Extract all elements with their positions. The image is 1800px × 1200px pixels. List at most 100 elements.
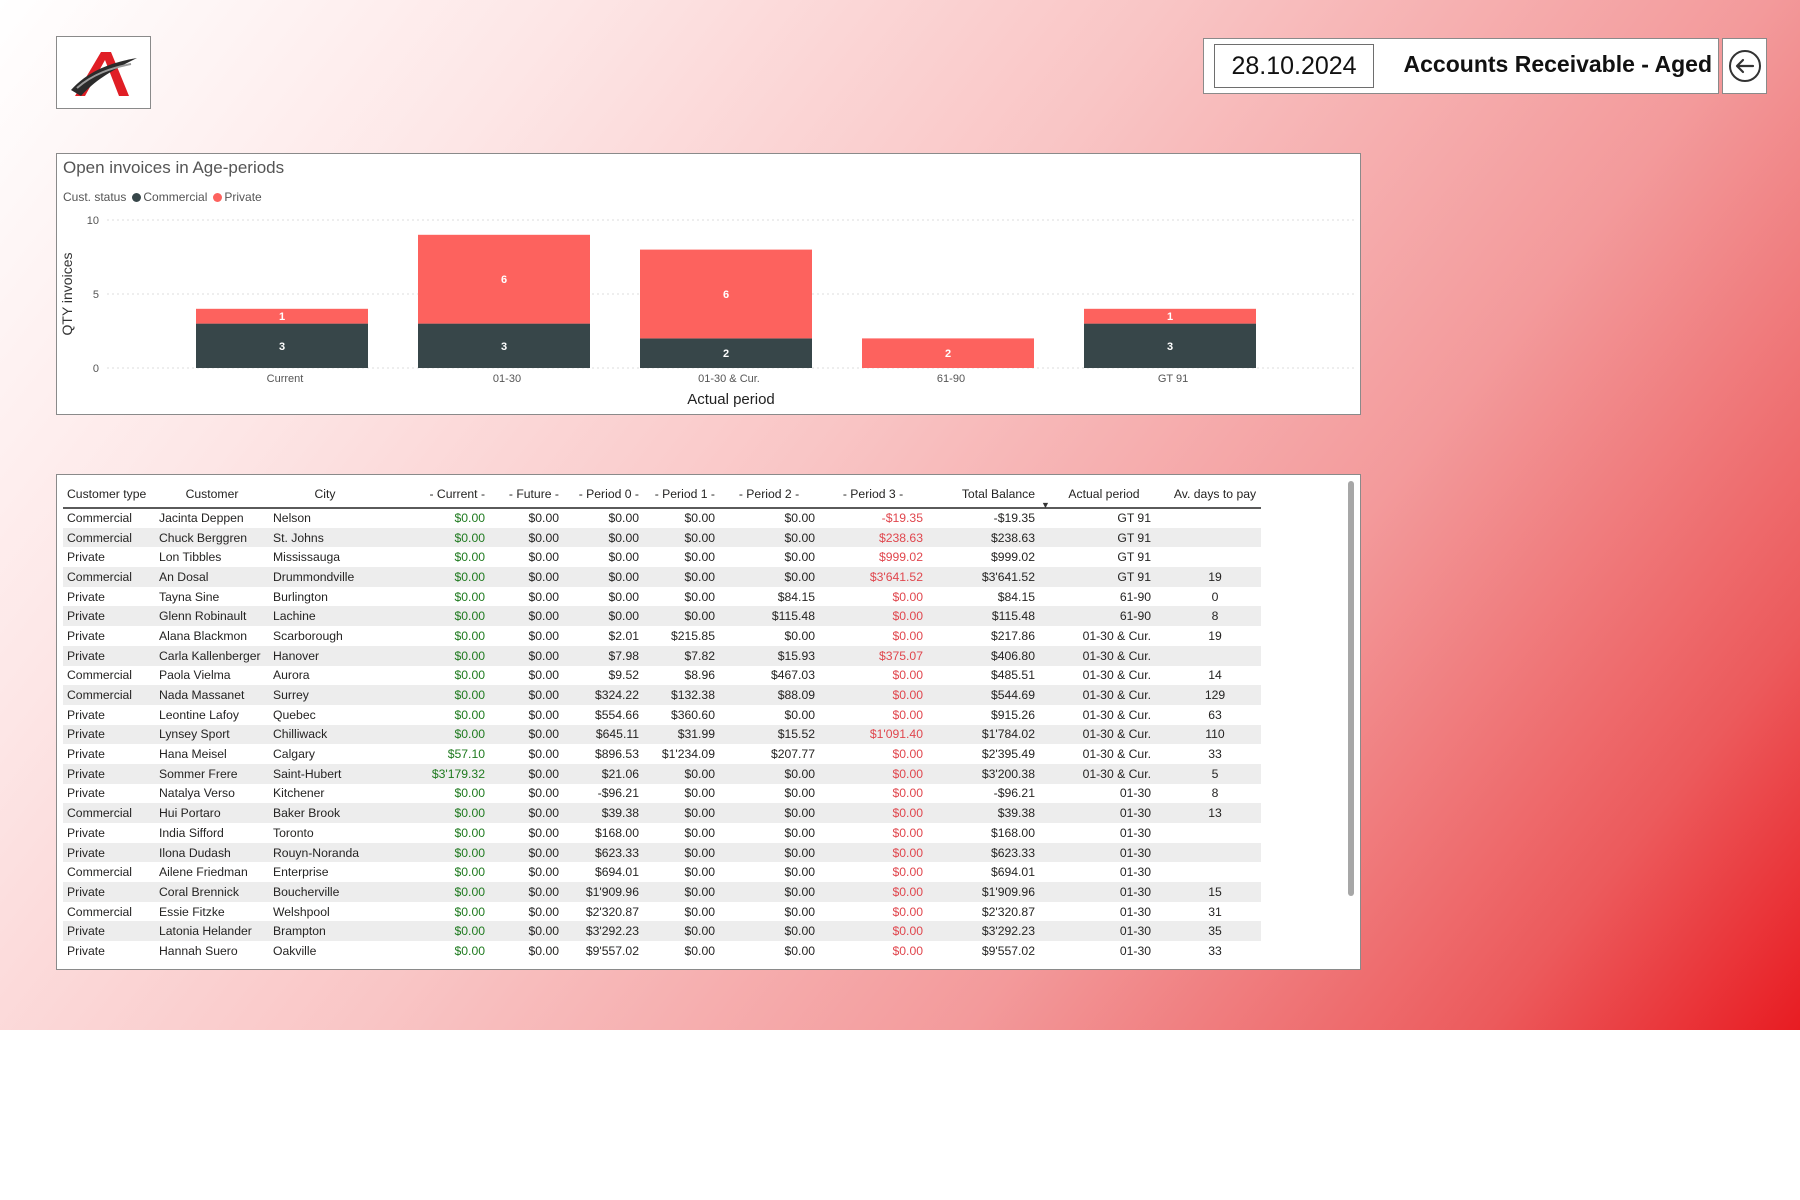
cell-period-0: $0.00	[563, 527, 643, 548]
cell-customer: Jacinta Deppen	[159, 511, 244, 526]
back-button[interactable]	[1722, 38, 1767, 94]
table-row[interactable]: Private Leontine Lafoy Quebec $0.00 $0.00 $55…	[63, 705, 1261, 725]
report-date[interactable]: 28.10.2024	[1214, 44, 1374, 88]
cell-future: $0.00	[528, 511, 560, 526]
cell-period-2: $0.00	[719, 842, 819, 863]
cell-period-2: $15.93	[719, 645, 819, 666]
table-row[interactable]: Private Alana Blackmon Scarborough $0.00 $0.…	[63, 626, 1261, 646]
cell-period-1: $0.00	[684, 511, 716, 526]
column-header-total-balance[interactable]: Total Balance	[927, 480, 1039, 509]
cell-total-balance: $2'320.87	[981, 904, 1035, 919]
table-row[interactable]: Commercial Ailene Friedman Enterprise $0.00…	[63, 862, 1261, 882]
cell-period-0: $694.01	[594, 865, 639, 880]
x-tick-label: Current	[267, 373, 304, 385]
column-header-customer-type[interactable]: Customer type	[63, 480, 155, 509]
cell-actual-period: 01-30	[1039, 882, 1169, 902]
cell-customer-type: Private	[67, 747, 105, 762]
cell-period-2: $0.00	[784, 550, 816, 565]
cell-actual-period: 01-30	[1119, 825, 1151, 840]
cell-period-0: $896.53	[594, 747, 639, 762]
cell-total-balance: $623.33	[927, 842, 1039, 863]
table-row[interactable]: Private Coral Brennick Boucherville $0.00 $0…	[63, 882, 1261, 902]
cell-customer-type: Private	[67, 786, 105, 801]
sort-descending-icon[interactable]: ▼	[1041, 500, 1050, 510]
stacked-bar-chart: 0 5 10 QTY invoices 3 1 Current 3 6 01-30 2 6 01-30 …	[59, 215, 1357, 408]
table-row[interactable]: Private Lon Tibbles Mississauga $0.00 $0.00 $…	[63, 547, 1261, 567]
table-row[interactable]: Private Hana Meisel Calgary $57.10 $0.00 $896…	[63, 744, 1261, 764]
cell-total-balance: $84.15	[997, 589, 1035, 604]
cell-customer: Carla Kallenberger	[155, 645, 269, 666]
column-header-city[interactable]: City	[269, 480, 381, 509]
cell-customer: Ilona Dudash	[155, 842, 269, 863]
company-logo-icon	[70, 51, 137, 96]
cell-future: $0.00	[489, 882, 563, 902]
column-header-period-1[interactable]: - Period 1 -	[643, 480, 719, 509]
table-row[interactable]: Commercial An Dosal Drummondville $0.00 $0.0…	[63, 567, 1261, 587]
table-row[interactable]: Commercial Essie Fitzke Welshpool $0.00 $0.0…	[63, 902, 1261, 922]
cell-actual-period: 61-90	[1039, 606, 1169, 627]
cell-current: $0.00	[454, 865, 486, 880]
table-row[interactable]: Private Carla Kallenberger Hanover $0.00 $0.…	[63, 645, 1261, 666]
cell-av-days-to-pay	[1169, 547, 1261, 567]
cell-customer: Natalya Verso	[159, 786, 235, 801]
cell-city: Kitchener	[273, 786, 325, 801]
cell-period-2: $0.00	[784, 786, 816, 801]
table-row[interactable]: Commercial Nada Massanet Surrey $0.00 $0.00 $…	[63, 685, 1261, 705]
cell-customer-type: Commercial	[63, 685, 155, 705]
table-row[interactable]: Private Natalya Verso Kitchener $0.00 $0.00 -…	[63, 784, 1261, 804]
column-header-actual-period[interactable]: Actual period	[1039, 480, 1169, 509]
cell-total-balance: $3'292.23	[927, 921, 1039, 942]
cell-av-days-to-pay	[1169, 527, 1261, 548]
cell-customer: Lynsey Sport	[155, 724, 269, 745]
cell-city: Burlington	[273, 589, 328, 604]
cell-period-3: $0.00	[819, 921, 927, 942]
cell-city: Baker Brook	[269, 803, 381, 823]
cell-period-2: $15.52	[719, 724, 819, 745]
table-row[interactable]: Private Latonia Helander Brampton $0.00 $0.0…	[63, 921, 1261, 942]
x-tick-label: GT 91	[1158, 373, 1188, 385]
table-row[interactable]: Private Ilona Dudash Rouyn-Noranda $0.00 $0.…	[63, 842, 1261, 863]
cell-period-0: $0.00	[608, 511, 640, 526]
cell-city: Boucherville	[269, 882, 381, 902]
column-header-customer[interactable]: Customer	[155, 480, 269, 509]
table-row[interactable]: Commercial Chuck Berggren St. Johns $0.00 $0…	[63, 527, 1261, 548]
cell-period-0: $21.06	[563, 763, 643, 784]
table-row[interactable]: Private Hannah Suero Oakville $0.00 $0.00 $9'…	[63, 941, 1261, 961]
cell-customer-type: Private	[67, 825, 105, 840]
cell-period-3: $0.00	[892, 865, 924, 880]
table-row[interactable]: Commercial Jacinta Deppen Nelson $0.00 $0.00…	[63, 508, 1261, 528]
data-label: 3	[279, 341, 285, 353]
column-header-period-0[interactable]: - Period 0 -	[563, 480, 643, 509]
cell-customer-type: Private	[63, 842, 155, 863]
cell-customer-type: Commercial	[67, 865, 133, 880]
cell-customer: Hana Meisel	[159, 747, 227, 762]
cell-period-3: $0.00	[892, 668, 924, 683]
table-row[interactable]: Private Lynsey Sport Chilliwack $0.00 $0.00 $…	[63, 724, 1261, 745]
column-header-av-days-to-pay[interactable]: Av. days to pay	[1169, 480, 1261, 509]
cell-period-1: $0.00	[684, 550, 716, 565]
column-header-period-2[interactable]: - Period 2 -	[719, 480, 819, 509]
data-label: 3	[1167, 341, 1173, 353]
column-header-future[interactable]: - Future -	[489, 480, 563, 509]
table-row[interactable]: Commercial Paola Vielma Aurora $0.00 $0.00 $9…	[63, 666, 1261, 686]
table-row[interactable]: Private India Sifford Toronto $0.00 $0.00 $16…	[63, 823, 1261, 843]
company-logo	[56, 36, 151, 109]
table-scrollbar[interactable]	[1348, 481, 1354, 896]
column-header-current[interactable]: - Current -	[381, 480, 489, 509]
table-row[interactable]: Private Glenn Robinault Lachine $0.00 $0.00 $…	[63, 606, 1261, 627]
cell-current: $0.00	[381, 685, 489, 705]
y-tick-label: 0	[93, 363, 99, 375]
cell-total-balance: $544.69	[927, 685, 1039, 705]
cell-av-days-to-pay: 129	[1169, 685, 1261, 705]
table-row[interactable]: Private Sommer Frere Saint-Hubert $3'179.32…	[63, 763, 1261, 784]
cell-period-0: $0.00	[563, 606, 643, 627]
table-row[interactable]: Commercial Hui Portaro Baker Brook $0.00 $0.…	[63, 803, 1261, 823]
cell-customer: India Sifford	[159, 825, 224, 840]
x-tick-label: 01-30 & Cur.	[698, 373, 760, 385]
cell-customer-type: Commercial	[63, 567, 155, 587]
column-header-period-3[interactable]: - Period 3 -	[819, 480, 927, 509]
table-row[interactable]: Private Tayna Sine Burlington $0.00 $0.00 $0.…	[63, 587, 1261, 607]
data-label: 1	[279, 311, 285, 323]
cell-period-0: $0.00	[608, 550, 640, 565]
cell-future: $0.00	[528, 550, 560, 565]
